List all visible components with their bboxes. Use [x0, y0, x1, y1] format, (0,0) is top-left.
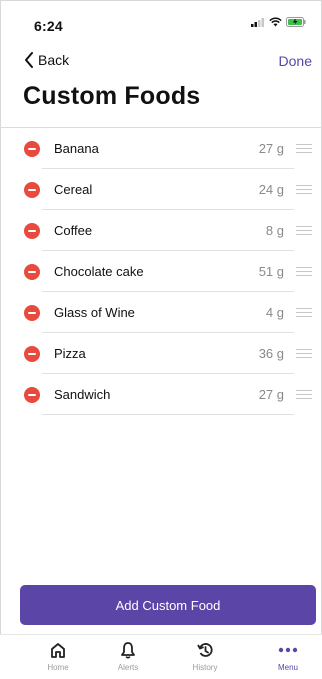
- drag-handle-icon[interactable]: [296, 226, 312, 236]
- tab-home[interactable]: Home: [28, 641, 88, 672]
- food-row[interactable]: Glass of Wine 4 g: [24, 292, 312, 333]
- tab-history-label: History: [192, 663, 218, 672]
- tab-alerts[interactable]: Alerts: [98, 641, 158, 672]
- food-name: Cereal: [54, 182, 93, 197]
- tab-home-label: Home: [47, 663, 69, 672]
- food-amount: 36 g: [258, 346, 284, 361]
- drag-handle-icon[interactable]: [296, 349, 312, 359]
- food-name: Pizza: [54, 346, 86, 361]
- back-label: Back: [38, 52, 70, 68]
- drag-handle-icon[interactable]: [296, 390, 312, 400]
- delete-icon[interactable]: [24, 182, 40, 198]
- food-amount: 27 g: [258, 141, 284, 156]
- delete-icon[interactable]: [24, 141, 40, 157]
- delete-icon[interactable]: [24, 305, 40, 321]
- food-name: Banana: [54, 141, 99, 156]
- food-name: Glass of Wine: [54, 305, 135, 320]
- home-icon: [51, 643, 65, 658]
- tab-menu-label: Menu: [277, 663, 298, 672]
- done-button[interactable]: Done: [279, 53, 312, 69]
- delete-icon[interactable]: [24, 387, 40, 403]
- delete-icon[interactable]: [24, 346, 40, 362]
- food-amount: 24 g: [258, 182, 284, 197]
- food-name: Chocolate cake: [54, 264, 144, 279]
- food-row[interactable]: Banana 27 g: [24, 128, 312, 169]
- food-amount: 4 g: [265, 305, 284, 320]
- chevron-left-icon: [25, 52, 33, 68]
- status-time: 6:24: [34, 18, 63, 34]
- history-icon: [197, 643, 213, 657]
- delete-icon[interactable]: [24, 223, 40, 239]
- nav-bar: Back Done: [0, 52, 322, 74]
- food-name: Sandwich: [54, 387, 111, 402]
- drag-handle-icon[interactable]: [296, 308, 312, 318]
- status-icons: [251, 17, 306, 27]
- add-custom-food-button[interactable]: Add Custom Food: [20, 585, 316, 625]
- food-amount: 27 g: [258, 387, 284, 402]
- food-row[interactable]: Cereal 24 g: [24, 169, 312, 210]
- drag-handle-icon[interactable]: [296, 267, 312, 277]
- food-row[interactable]: Chocolate cake 51 g: [24, 251, 312, 292]
- signal-icon: [251, 18, 264, 27]
- food-name: Coffee: [54, 223, 93, 238]
- food-amount: 8 g: [265, 223, 284, 238]
- food-amount: 51 g: [258, 264, 284, 279]
- tab-alerts-label: Alerts: [117, 663, 139, 672]
- delete-icon[interactable]: [24, 264, 40, 280]
- drag-handle-icon[interactable]: [296, 144, 312, 154]
- battery-icon: [286, 17, 306, 27]
- food-row[interactable]: Pizza 36 g: [24, 333, 312, 374]
- drag-handle-icon[interactable]: [296, 185, 312, 195]
- wifi-icon: [269, 17, 282, 27]
- food-row[interactable]: Coffee 8 g: [24, 210, 312, 251]
- bell-icon: [121, 642, 135, 659]
- tab-bar: Home Alerts History Menu: [0, 634, 322, 679]
- back-button[interactable]: Back: [24, 52, 69, 68]
- tab-history[interactable]: History: [175, 641, 235, 672]
- tab-menu[interactable]: Menu: [258, 641, 318, 672]
- custom-foods-list: Banana 27 g Cereal 24 g Coffee 8 g Choco…: [0, 127, 322, 415]
- page-title: Custom Foods: [23, 82, 201, 110]
- more-icon: [278, 647, 298, 653]
- food-row[interactable]: Sandwich 27 g: [24, 374, 312, 415]
